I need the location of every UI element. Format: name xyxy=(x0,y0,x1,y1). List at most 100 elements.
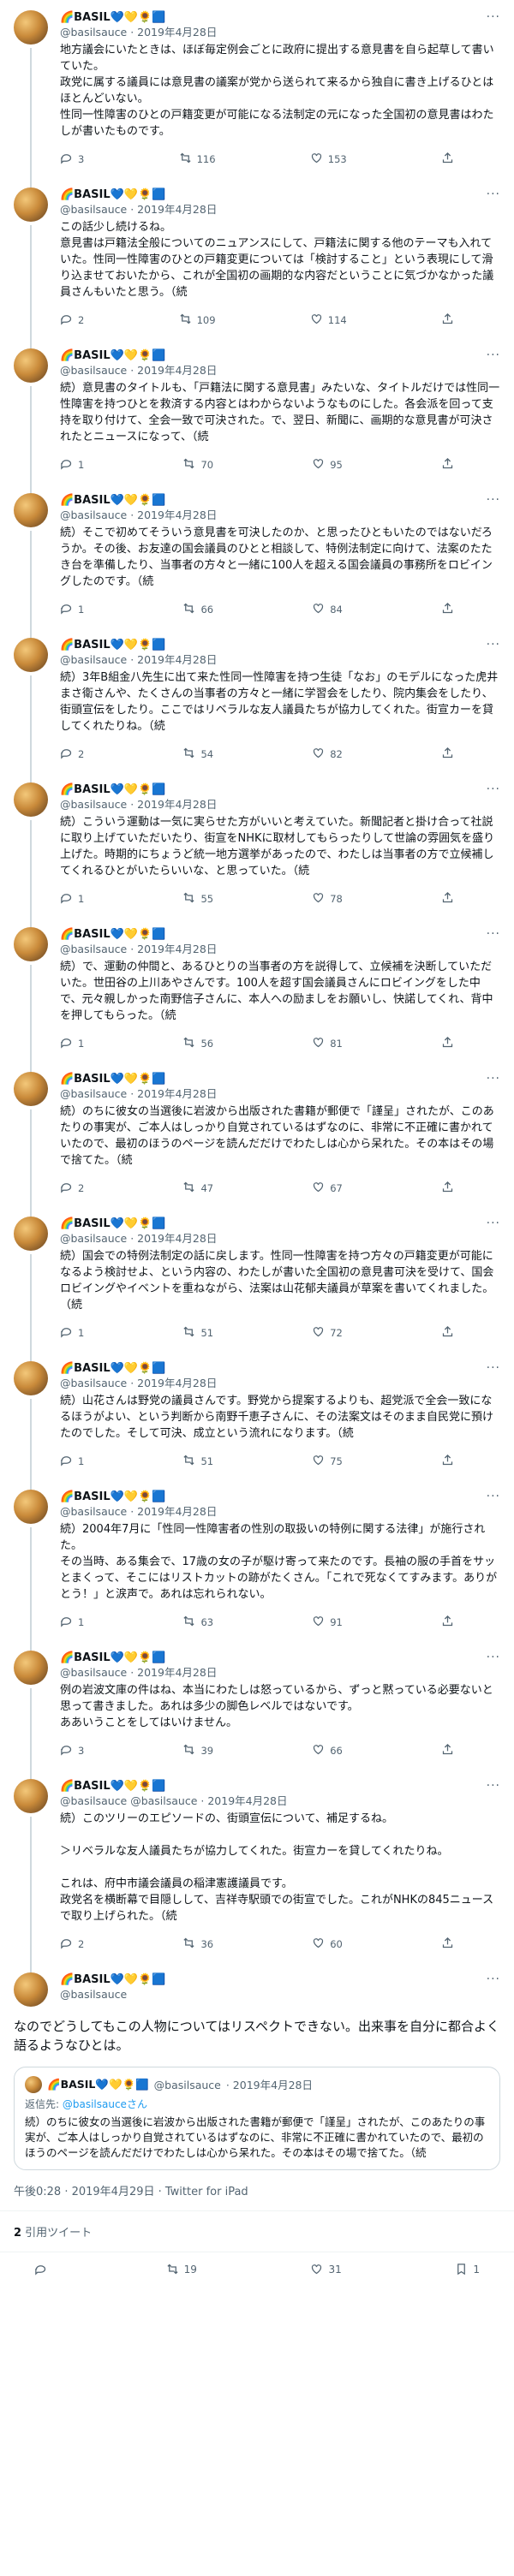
thread-tweet[interactable]: 🌈BASIL💙💛🌻🟦 @basilsauce · 2019年4月28日 地方議会にい… xyxy=(0,0,514,187)
author-name[interactable]: 🌈BASIL💙💛🌻🟦 xyxy=(60,494,165,507)
share-button[interactable] xyxy=(441,1036,454,1051)
retweet-button[interactable]: 39 xyxy=(182,1743,213,1758)
reply-button[interactable]: 2 xyxy=(60,1936,84,1952)
reply-button[interactable]: 2 xyxy=(60,1181,84,1196)
author-name[interactable]: 🌈BASIL💙💛🌻🟦 xyxy=(60,928,165,941)
author-handle[interactable]: @basilsauce xyxy=(60,798,127,811)
share-button[interactable] xyxy=(441,1936,454,1952)
like-button[interactable]: 82 xyxy=(312,747,343,762)
like-button[interactable]: 66 xyxy=(312,1743,343,1758)
retweet-button[interactable]: 51 xyxy=(182,1325,213,1341)
author-name[interactable]: 🌈BASIL💙💛🌻🟦 xyxy=(60,1973,165,1986)
author-name[interactable]: 🌈BASIL💙💛🌻🟦 xyxy=(60,349,165,362)
like-button[interactable]: 81 xyxy=(312,1036,343,1051)
thread-tweet[interactable]: 🌈BASIL💙💛🌻🟦 @basilsauce · 2019年4月28日 例の岩波文庫… xyxy=(0,1640,514,1779)
tweet-timestamp[interactable]: 午後0:28 · 2019年4月29日 · Twitter for iPad xyxy=(0,2170,514,2211)
more-options-icon[interactable]: ··· xyxy=(487,1779,500,1793)
author-handle[interactable]: @basilsauce xyxy=(60,1377,127,1389)
author-name[interactable]: 🌈BASIL💙💛🌻🟦 xyxy=(60,1780,165,1793)
author-handle[interactable]: @basilsauce xyxy=(60,509,127,521)
author-handle[interactable]: @basilsauce xyxy=(60,1987,500,2002)
retweet-button[interactable]: 116 xyxy=(179,152,216,167)
retweet-button[interactable]: 55 xyxy=(182,891,213,907)
reply-button[interactable]: 2 xyxy=(60,747,84,762)
retweet-button[interactable]: 51 xyxy=(182,1454,213,1469)
bookmark-button[interactable]: 1 xyxy=(455,2263,480,2276)
like-button[interactable]: 67 xyxy=(312,1181,343,1196)
retweet-button[interactable]: 70 xyxy=(182,457,213,473)
like-button[interactable]: 153 xyxy=(310,152,347,167)
more-options-icon[interactable]: ··· xyxy=(487,1490,500,1503)
more-options-icon[interactable]: ··· xyxy=(487,10,500,24)
retweet-button[interactable]: 66 xyxy=(182,602,213,617)
retweet-button[interactable]: 54 xyxy=(182,747,213,762)
like-button[interactable]: 31 xyxy=(310,2263,342,2276)
thread-tweet[interactable]: 🌈BASIL💙💛🌻🟦 @basilsauce · 2019年4月28日 続）のちに彼… xyxy=(0,1062,514,1217)
tweet-date[interactable]: · 2019年4月28日 xyxy=(130,943,217,955)
author-name[interactable]: 🌈BASIL💙💛🌻🟦 xyxy=(60,783,165,796)
quote-tweets-link[interactable]: 2 引用ツイート xyxy=(0,2211,514,2252)
avatar[interactable] xyxy=(14,1490,48,1524)
avatar[interactable] xyxy=(14,1072,48,1106)
thread-tweet[interactable]: 🌈BASIL💙💛🌻🟦 @basilsauce · 2019年4月28日 続）3年B組… xyxy=(0,628,514,782)
share-button[interactable] xyxy=(441,1454,454,1469)
author-handle[interactable]: @basilsauce xyxy=(60,26,127,39)
reply-button[interactable]: 3 xyxy=(60,1743,84,1758)
thread-tweet[interactable]: 🌈BASIL💙💛🌻🟦 @basilsauce · 2019年4月28日 続）山花さん… xyxy=(0,1351,514,1490)
avatar[interactable] xyxy=(14,1217,48,1251)
author-name[interactable]: 🌈BASIL💙💛🌻🟦 xyxy=(60,639,165,651)
more-options-icon[interactable]: ··· xyxy=(487,348,500,362)
tweet-date[interactable]: · 2019年4月28日 xyxy=(130,203,217,216)
like-button[interactable]: 60 xyxy=(312,1936,343,1952)
share-button[interactable] xyxy=(441,152,454,167)
like-button[interactable]: 95 xyxy=(312,457,343,473)
reply-button[interactable]: 1 xyxy=(60,891,84,907)
like-button[interactable]: 72 xyxy=(312,1325,343,1341)
reply-button[interactable]: 1 xyxy=(60,1615,84,1630)
share-button[interactable] xyxy=(441,602,454,617)
tweet-date[interactable]: · 2019年4月28日 xyxy=(130,1505,217,1518)
tweet-date[interactable]: · 2019年4月28日 xyxy=(130,1666,217,1679)
like-button[interactable]: 84 xyxy=(312,602,343,617)
author-handle[interactable]: @basilsauce xyxy=(60,1232,127,1245)
share-button[interactable] xyxy=(441,1181,454,1196)
more-options-icon[interactable]: ··· xyxy=(487,493,500,507)
reply-button[interactable]: 1 xyxy=(60,1325,84,1341)
more-options-icon[interactable]: ··· xyxy=(487,1651,500,1664)
like-button[interactable]: 114 xyxy=(310,312,347,328)
more-options-icon[interactable]: ··· xyxy=(487,1972,500,1986)
tweet-date[interactable]: · 2019年4月28日 xyxy=(130,1232,217,1245)
more-options-icon[interactable]: ··· xyxy=(487,1361,500,1375)
author-handle[interactable]: @basilsauce xyxy=(60,1666,127,1679)
avatar[interactable] xyxy=(14,348,48,383)
share-button[interactable] xyxy=(441,1615,454,1630)
share-button[interactable] xyxy=(441,747,454,762)
tweet-date[interactable]: · 2019年4月28日 xyxy=(130,798,217,811)
tweet-date[interactable]: · 2019年4月28日 xyxy=(130,364,217,377)
retweet-button[interactable]: 36 xyxy=(182,1936,213,1952)
like-button[interactable]: 75 xyxy=(312,1454,343,1469)
author-handle[interactable]: @basilsauce xyxy=(60,1505,127,1518)
share-button[interactable] xyxy=(441,891,454,907)
author-handle[interactable]: @basilsauce xyxy=(60,653,127,666)
author-handle[interactable]: @basilsauce xyxy=(60,1794,127,1807)
retweet-button[interactable]: 56 xyxy=(182,1036,213,1051)
thread-tweet[interactable]: 🌈BASIL💙💛🌻🟦 @basilsauce · 2019年4月28日 続）で、運動… xyxy=(0,917,514,1072)
more-options-icon[interactable]: ··· xyxy=(487,1072,500,1086)
author-handle[interactable]: @basilsauce xyxy=(60,364,127,377)
thread-tweet[interactable]: 🌈BASIL💙💛🌻🟦 @basilsauce · 2019年4月28日 続）2004… xyxy=(0,1479,514,1651)
tweet-date[interactable]: · 2019年4月28日 xyxy=(130,26,217,39)
thread-tweet[interactable]: 🌈BASIL💙💛🌻🟦 @basilsauce · 2019年4月28日 続）そこで初… xyxy=(0,483,514,638)
retweet-button[interactable]: 47 xyxy=(182,1181,213,1196)
tweet-date[interactable]: · 2019年4月28日 xyxy=(130,1377,217,1389)
more-options-icon[interactable]: ··· xyxy=(487,187,500,201)
avatar[interactable] xyxy=(14,10,48,45)
like-button[interactable]: 91 xyxy=(312,1615,343,1630)
thread-tweet[interactable]: 🌈BASIL💙💛🌻🟦 @basilsauce @basilsauce · 2019… xyxy=(0,1769,514,1972)
author-handle[interactable]: @basilsauce xyxy=(60,203,127,216)
avatar[interactable] xyxy=(14,1361,48,1395)
avatar[interactable] xyxy=(14,782,48,817)
author-name[interactable]: 🌈BASIL💙💛🌻🟦 xyxy=(60,1490,165,1503)
quoted-tweet[interactable]: 🌈BASIL💙💛🌻🟦 @basilsauce · 2019年4月28日 返信先:… xyxy=(14,2067,500,2170)
reply-button[interactable]: 1 xyxy=(60,1036,84,1051)
